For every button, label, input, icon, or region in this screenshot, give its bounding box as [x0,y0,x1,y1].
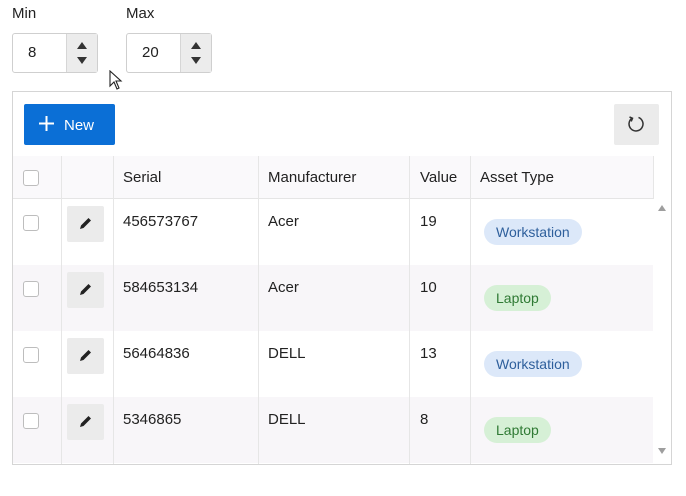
grid-toolbar: New [13,92,671,156]
serial-cell: 5346865 [123,411,182,428]
row-checkbox[interactable] [23,281,39,297]
new-button[interactable]: New [24,104,115,145]
grid-header: Serial Manufacturer Value Asset Type [13,156,654,199]
pencil-icon [80,284,91,295]
value-cell: 10 [420,279,437,296]
table-row[interactable]: 56464836 DELL 13 Workstation [13,331,653,397]
manufacturer-cell: DELL [268,411,306,428]
table-row[interactable]: 5346865 DELL 8 Laptop [13,397,653,463]
column-divider [258,199,259,464]
manufacturer-cell: Acer [268,279,299,296]
manufacturer-cell: DELL [268,345,306,362]
max-stepper[interactable]: 20 [126,33,212,73]
header-divider [258,156,259,199]
max-value[interactable]: 20 [142,44,159,61]
mouse-cursor-icon [109,70,123,90]
vertical-scrollbar[interactable] [653,199,671,464]
min-stepper[interactable]: 8 [12,33,98,73]
min-label: Min [12,5,37,22]
column-divider [113,199,114,464]
max-label: Max [126,5,155,22]
edit-button[interactable] [67,272,104,308]
value-cell: 13 [420,345,437,362]
column-header-value[interactable]: Value [420,169,457,186]
value-cell: 19 [420,213,437,230]
asset-type-badge: Workstation [484,351,582,377]
asset-type-badge: Laptop [484,285,551,311]
spin-down-icon[interactable] [191,57,201,64]
header-divider [61,156,62,199]
grid-body: 456573767 Acer 19 Workstation 584653134 … [13,199,653,464]
scroll-down-icon[interactable] [658,448,666,454]
edit-button[interactable] [67,404,104,440]
header-divider [653,156,654,199]
min-value[interactable]: 8 [28,44,36,61]
header-divider [470,156,471,199]
spin-up-icon[interactable] [191,42,201,49]
serial-cell: 584653134 [123,279,199,296]
row-checkbox[interactable] [23,347,39,363]
row-checkbox[interactable] [23,413,39,429]
serial-cell: 456573767 [123,213,199,230]
max-spin-buttons[interactable] [180,34,211,72]
spin-down-icon[interactable] [77,57,87,64]
value-cell: 8 [420,411,429,428]
refresh-icon [628,116,644,132]
select-all-checkbox[interactable] [23,170,39,186]
table-row[interactable]: 584653134 Acer 10 Laptop [13,265,653,331]
spin-up-icon[interactable] [77,42,87,49]
column-divider [409,199,410,464]
column-divider [470,199,471,464]
column-header-manufacturer[interactable]: Manufacturer [268,169,356,186]
asset-type-badge: Workstation [484,219,582,245]
row-checkbox[interactable] [23,215,39,231]
manufacturer-cell: Acer [268,213,299,230]
table-row[interactable]: 456573767 Acer 19 Workstation [13,199,653,265]
column-header-serial[interactable]: Serial [123,169,161,186]
column-header-asset-type[interactable]: Asset Type [480,169,554,186]
plus-icon [39,116,54,131]
scroll-up-icon[interactable] [658,205,666,211]
new-button-label: New [64,117,95,134]
edit-button[interactable] [67,338,104,374]
pencil-icon [80,218,91,229]
pencil-icon [80,416,91,427]
column-divider [61,199,62,464]
edit-button[interactable] [67,206,104,242]
header-divider [409,156,410,199]
serial-cell: 56464836 [123,345,190,362]
header-divider [113,156,114,199]
asset-type-badge: Laptop [484,417,551,443]
refresh-button[interactable] [614,104,659,145]
pencil-icon [80,350,91,361]
min-spin-buttons[interactable] [66,34,97,72]
asset-grid: New Serial Manufacturer Value Asset Type [12,91,672,465]
